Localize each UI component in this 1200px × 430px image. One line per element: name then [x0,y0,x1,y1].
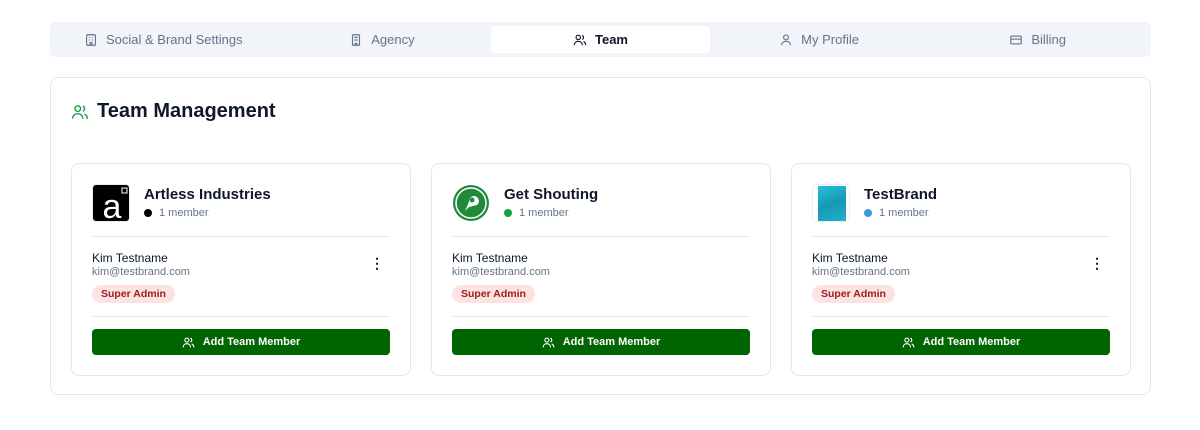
brand-name: TestBrand [864,186,938,203]
status-dot [144,209,152,217]
divider [92,316,390,317]
member-count-text: 1 member [519,207,569,219]
add-team-member-button[interactable]: Add Team Member [92,329,390,355]
brand-card-testbrand: TestBrand 1 member Kim Testname kim@test… [791,163,1131,376]
more-options-icon[interactable]: ⋮ [370,256,384,270]
divider [92,236,390,237]
tab-agency[interactable]: Agency [273,26,492,53]
brand-name: Artless Industries [144,186,271,203]
users-icon [182,336,195,347]
divider [452,316,750,317]
svg-text:a: a [103,188,122,222]
member-name: Kim Testname [452,251,528,265]
users-icon [542,336,555,347]
tab-billing[interactable]: Billing [928,26,1147,53]
member-count: 1 member [864,207,929,219]
member-email: kim@testbrand.com [812,266,910,278]
divider [812,236,1110,237]
settings-tabs: Social & Brand Settings Agency Team My P… [50,22,1151,57]
title-text: Team Management [97,100,276,122]
status-dot [864,209,872,217]
tab-my-profile[interactable]: My Profile [710,26,929,53]
brand-logo: a [92,184,130,222]
tab-label: My Profile [801,32,859,47]
brand-logo [452,184,490,222]
button-label: Add Team Member [562,336,661,348]
users-icon [71,104,89,119]
role-badge: Super Admin [452,285,535,303]
member-count: 1 member [144,207,209,219]
users-icon [902,336,915,347]
member-name: Kim Testname [92,251,168,265]
member-name: Kim Testname [812,251,888,265]
user-icon [781,33,792,45]
role-badge: Super Admin [812,285,895,303]
add-team-member-button[interactable]: Add Team Member [452,329,750,355]
team-management-panel: Team Management a Artless Industries 1 m… [50,77,1151,395]
role-badge: Super Admin [92,285,175,303]
tab-team[interactable]: Team [491,26,710,53]
building-icon [86,33,96,46]
brand-name: Get Shouting [504,186,599,203]
member-count-text: 1 member [879,207,929,219]
button-label: Add Team Member [202,336,301,348]
member-email: kim@testbrand.com [452,266,550,278]
member-email: kim@testbrand.com [92,266,190,278]
page-title: Team Management [71,100,276,123]
tab-social-brand-settings[interactable]: Social & Brand Settings [54,26,273,53]
brand-card-artless-industries: a Artless Industries 1 member Kim Testna… [71,163,411,376]
button-label: Add Team Member [922,336,1021,348]
status-dot [504,209,512,217]
tab-label: Social & Brand Settings [106,32,243,47]
tab-label: Billing [1031,32,1067,47]
brand-card-get-shouting: Get Shouting 1 member Kim Testname kim@t… [431,163,771,376]
member-count-text: 1 member [159,207,209,219]
add-team-member-button[interactable]: Add Team Member [812,329,1110,355]
credit-card-icon [1010,34,1023,45]
tab-label: Agency [371,32,415,47]
tab-label: Team [594,32,628,47]
brand-logo [812,184,850,222]
divider [452,236,750,237]
office-icon [352,33,361,46]
users-icon [573,34,587,45]
divider [812,316,1110,317]
more-options-icon[interactable]: ⋮ [1090,256,1104,270]
member-count: 1 member [504,207,569,219]
